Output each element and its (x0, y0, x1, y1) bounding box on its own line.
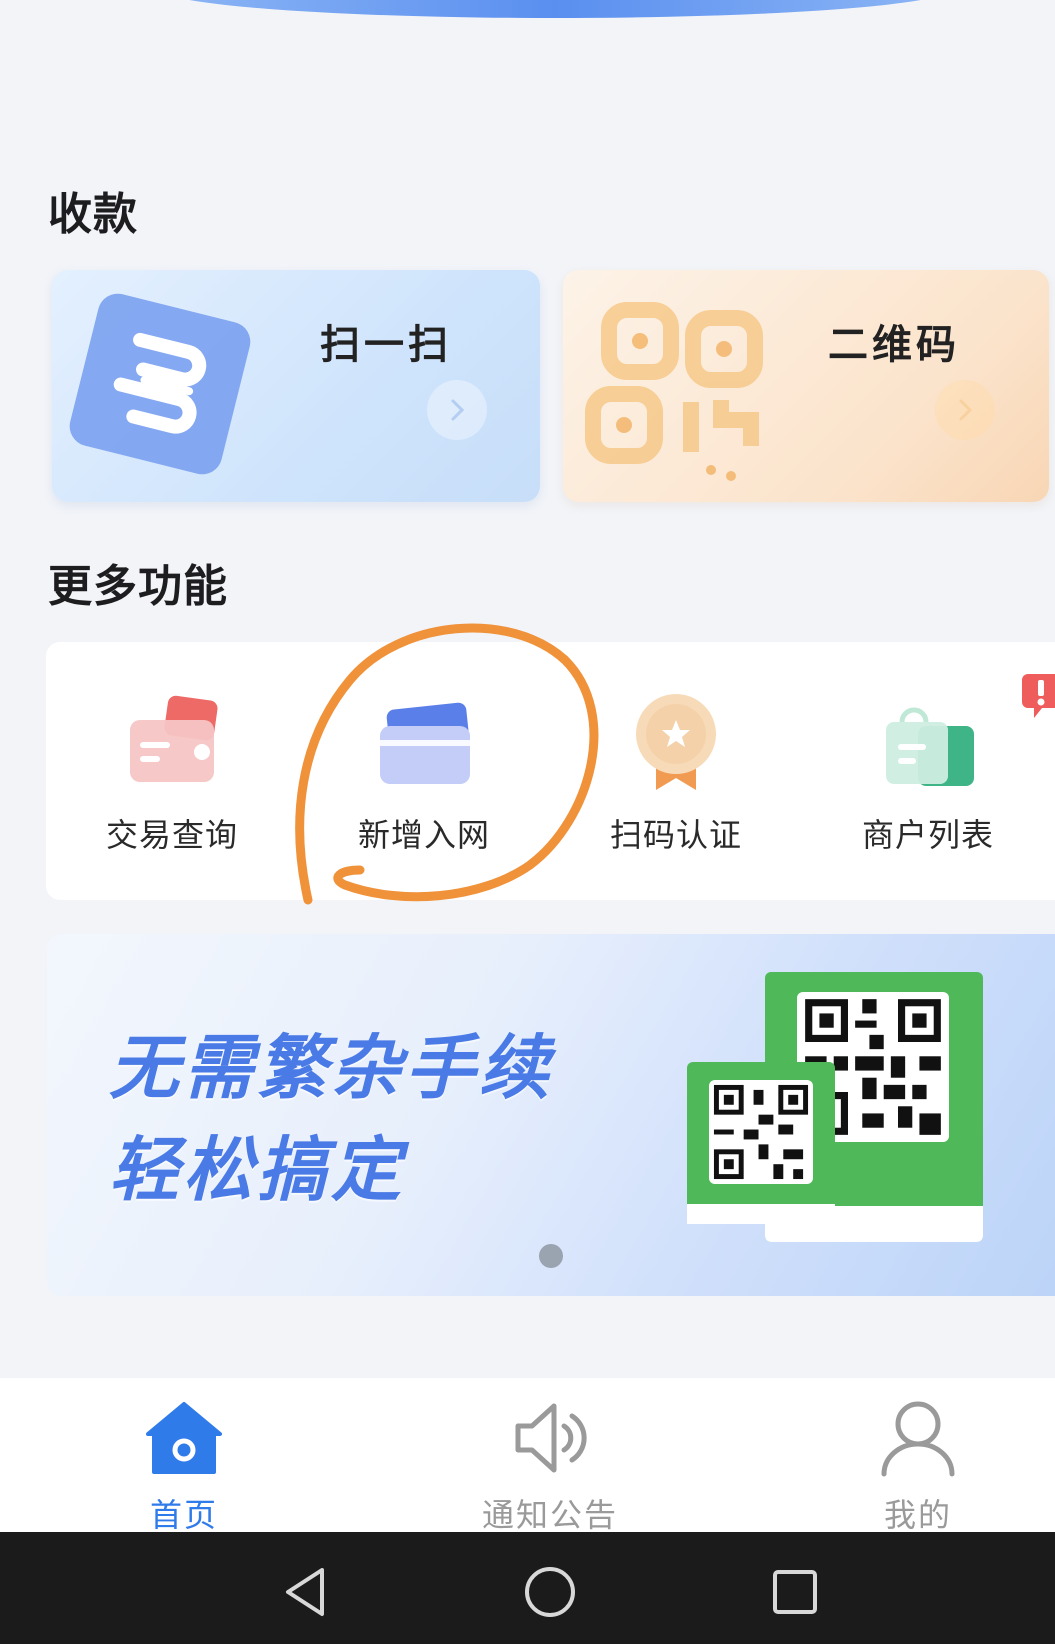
section-title-collect: 收款 (48, 189, 138, 240)
speaker-icon (515, 1403, 587, 1473)
feature-label: 交易查询 (105, 816, 238, 854)
home-icon (146, 1402, 222, 1474)
system-navigation-bar (0, 1532, 1055, 1644)
qr-board-small (687, 1062, 835, 1224)
tab-mine[interactable]: 我的 (818, 1396, 1018, 1534)
scan-icon (69, 293, 251, 475)
home-screen: 收款 扫一扫 二维码 更多功能 交易查询 新增入网 扫码认证 商户列表 无需繁杂… (0, 0, 1055, 1644)
chevron-right-icon (427, 380, 487, 440)
qr-code-image (713, 1084, 809, 1180)
tab-label: 我的 (883, 1496, 952, 1534)
alert-badge-icon (1022, 674, 1055, 718)
home-circle-icon[interactable] (520, 1562, 580, 1622)
more-features-panel: 交易查询 新增入网 扫码认证 商户列表 (46, 642, 1055, 900)
feature-scan-verify[interactable]: 扫码认证 (576, 682, 776, 872)
tab-home[interactable]: 首页 (84, 1396, 284, 1534)
banner-headline: 无需繁杂手续 (109, 1027, 553, 1109)
carousel-indicator[interactable] (539, 1244, 563, 1268)
scan-card[interactable]: 扫一扫 (52, 270, 540, 502)
header-banner-edge (160, 0, 950, 18)
feature-label: 新增入网 (357, 816, 490, 854)
tab-label: 通知公告 (481, 1496, 618, 1534)
bottom-tab-bar: 首页 通知公告 我的 (0, 1378, 1055, 1534)
qr-code-card[interactable]: 二维码 (563, 270, 1049, 502)
chevron-right-icon (935, 380, 995, 440)
recent-apps-icon[interactable] (765, 1562, 825, 1622)
feature-new-onboarding[interactable]: 新增入网 (324, 682, 524, 872)
banner-subheadline: 轻松搞定 (109, 1129, 405, 1211)
qr-card-label: 二维码 (828, 322, 960, 368)
promo-banner[interactable]: 无需繁杂手续 轻松搞定 (47, 934, 1055, 1296)
back-icon[interactable] (278, 1562, 338, 1622)
feature-label: 扫码认证 (609, 816, 742, 854)
qr-code-icon (585, 302, 763, 481)
user-icon (881, 1401, 955, 1477)
section-title-more: 更多功能 (48, 561, 228, 612)
card-query-icon (130, 695, 218, 782)
tab-label: 首页 (149, 1496, 218, 1534)
scan-card-label: 扫一扫 (320, 322, 452, 368)
feature-transaction-query[interactable]: 交易查询 (72, 682, 272, 872)
tab-notice[interactable]: 通知公告 (450, 1396, 650, 1534)
badge-medal-icon (636, 694, 716, 790)
feature-label: 商户列表 (861, 816, 994, 854)
bank-card-icon (380, 702, 470, 784)
feature-merchant-list[interactable]: 商户列表 (828, 682, 1028, 872)
shopping-bag-icon (886, 707, 974, 786)
